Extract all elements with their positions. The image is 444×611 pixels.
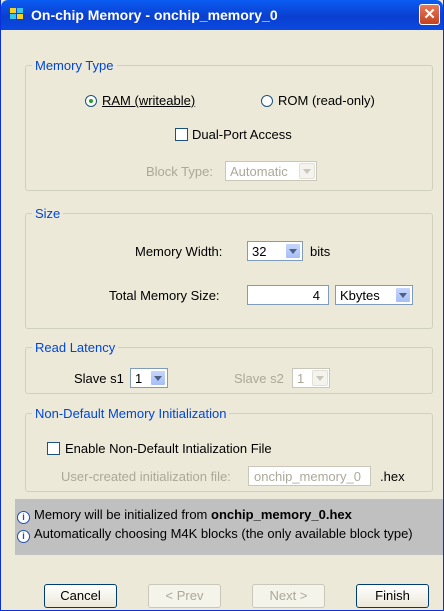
memory-width-select[interactable]: 32 [247,241,303,261]
cancel-button[interactable]: Cancel [44,584,117,608]
window-title: On-chip Memory - onchip_memory_0 [31,7,278,23]
chevron-down-icon [150,370,166,386]
memory-width-label: Memory Width: [135,244,223,259]
message-row: i Automatically choosing M4K blocks (the … [17,526,413,543]
init-file-label: User-created initialization file: [61,469,231,484]
block-type-select[interactable]: Automatic [225,161,317,181]
title-bar[interactable]: On-chip Memory - onchip_memory_0 ✕ [1,0,443,30]
chevron-down-icon [312,370,328,386]
init-file-input[interactable]: onchip_memory_0 [248,466,371,486]
message-text: Memory will be initialized from [34,507,211,522]
memory-type-legend: Memory Type [35,58,114,73]
memory-size-unit-select[interactable]: Kbytes [335,285,413,305]
enable-init-file-checkbox[interactable] [47,442,60,455]
app-icon [10,8,24,21]
chevron-down-icon [299,163,315,179]
block-type-value: Automatic [230,164,288,179]
dual-port-label[interactable]: Dual-Port Access [192,127,292,142]
rom-radio[interactable] [261,95,273,107]
message-row: i Memory will be initialized from onchip_… [17,507,352,524]
chevron-down-icon [395,287,411,303]
dialog-window: On-chip Memory - onchip_memory_0 ✕ Memor… [0,0,444,611]
total-memory-size-value: 4 [312,288,320,303]
slave-s1-label: Slave s1 [74,371,124,386]
finish-button[interactable]: Finish [356,584,429,608]
info-icon: i [17,511,30,524]
enable-init-file-label[interactable]: Enable Non-Default Intialization File [65,441,272,456]
slave-s2-latency-select[interactable]: 1 [292,368,330,388]
memory-init-legend: Non-Default Memory Initialization [35,406,227,421]
message-text: Automatically choosing M4K blocks (the o… [34,526,413,541]
close-button[interactable]: ✕ [419,4,440,25]
prev-button[interactable]: < Prev [148,584,221,608]
init-file-value: onchip_memory_0 [254,469,361,484]
dual-port-checkbox[interactable] [175,128,188,141]
slave-s1-latency-select[interactable]: 1 [130,368,168,388]
message-filename: onchip_memory_0.hex [211,507,352,522]
next-button[interactable]: Next > [252,584,325,608]
total-memory-size-label: Total Memory Size: [109,288,220,303]
rom-radio-label[interactable]: ROM (read-only) [278,93,375,108]
info-icon: i [17,530,30,543]
memory-size-unit-value: Kbytes [340,288,380,303]
slave-s1-latency-value: 1 [135,371,143,386]
slave-s2-latency-value: 1 [297,371,305,386]
total-memory-size-input[interactable]: 4 [247,285,329,305]
block-type-label: Block Type: [146,164,213,179]
init-file-extension: .hex [380,469,405,484]
ram-radio-label[interactable]: RAM (writeable) [102,93,195,108]
memory-width-unit: bits [310,244,331,259]
memory-width-value: 32 [252,244,267,259]
read-latency-legend: Read Latency [35,340,116,355]
size-legend: Size [35,206,61,221]
chevron-down-icon [285,243,301,259]
ram-radio[interactable] [85,95,97,107]
message-panel: i Memory will be initialized from onchip_… [15,499,443,555]
size-group: Size [25,206,433,329]
close-icon: ✕ [423,6,436,23]
slave-s2-label: Slave s2 [234,371,284,386]
